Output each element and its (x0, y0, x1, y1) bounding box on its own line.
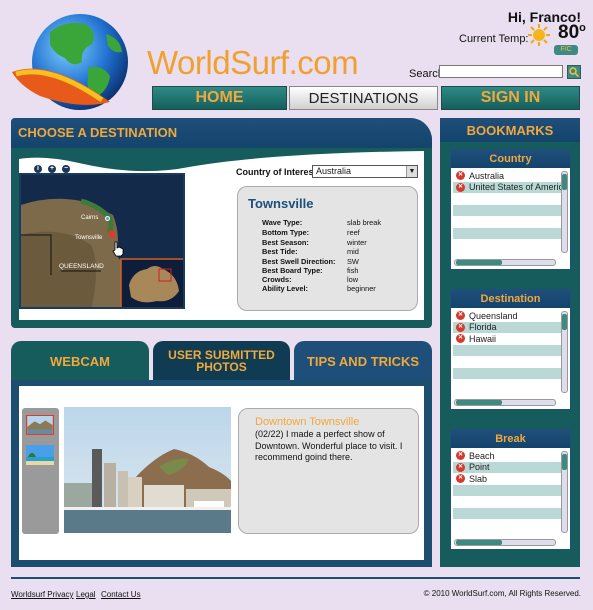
horizontal-scrollbar[interactable] (454, 259, 556, 266)
info-row: Best Swell Direction: SW (262, 257, 359, 266)
bookmark-destination-box: Destination ✕ Queensland ✕ Florida ✕ Hawaii (450, 289, 571, 410)
country-select-value: Australia (316, 166, 352, 176)
site-logo-text[interactable]: WorldSurf.com (147, 44, 359, 82)
empty-row (453, 204, 561, 216)
list-item[interactable]: ✕ Hawaii (453, 333, 561, 345)
remove-icon[interactable]: ✕ (456, 182, 465, 192)
remove-icon[interactable]: ✕ (456, 462, 465, 472)
vertical-scrollbar[interactable] (561, 171, 568, 253)
empty-row (453, 507, 561, 519)
tab-label-line2: PHOTOS (196, 360, 247, 374)
bookmark-destination-title: Destination (451, 290, 570, 308)
remove-icon[interactable]: ✕ (456, 334, 465, 344)
remove-icon[interactable]: ✕ (456, 311, 465, 321)
footer-divider (11, 577, 580, 579)
empty-row (453, 484, 561, 496)
vertical-scrollbar[interactable] (561, 451, 568, 533)
remove-icon[interactable]: ✕ (456, 474, 465, 484)
empty-row (453, 344, 561, 356)
tab-webcam[interactable]: WEBCAM (11, 341, 149, 381)
search-button[interactable] (567, 65, 581, 79)
copyright-text: © 2010 WorldSurf.com, All Rights Reserve… (423, 589, 581, 598)
sun-icon (528, 24, 550, 46)
pointer-hand-icon (111, 241, 125, 257)
thumbnail-strip (22, 408, 59, 534)
bookmark-country-title: Country (451, 150, 570, 168)
nav-destinations[interactable]: DESTINATIONS (289, 86, 438, 110)
bookmarks-title: BOOKMARKS (466, 123, 554, 138)
info-row: Crowds: low (262, 275, 359, 284)
country-of-interest-label: Country of Interest: (236, 167, 320, 177)
tab-tips-and-tricks[interactable]: TIPS AND TRICKS (294, 341, 432, 381)
panel-title: CHOOSE A DESTINATION (18, 125, 178, 140)
bookmark-break-title: Break (451, 430, 570, 448)
list-item[interactable]: ✕ Slab (453, 473, 561, 485)
empty-row (453, 239, 561, 251)
info-row: Best Season: winter (262, 238, 367, 247)
map-image (21, 175, 183, 307)
map-label-queensland: QUEENSLAND (59, 263, 104, 270)
degree-sign: o (579, 22, 586, 34)
empty-row (453, 193, 561, 205)
tab-user-submitted-photos[interactable]: USER SUBMITTED PHOTOS (153, 341, 290, 381)
footer-link-contact[interactable]: Contact Us (101, 590, 141, 599)
photo-thumbnail[interactable] (26, 445, 54, 465)
list-item[interactable]: ✕ Florida (453, 321, 561, 333)
townsville-photo[interactable] (64, 407, 231, 533)
globe-logo-icon (12, 14, 128, 110)
list-item[interactable]: ✕ United States of America (453, 181, 561, 193)
info-row: Best Board Type: fish (262, 266, 359, 275)
temp-unit-toggle[interactable]: F/C (554, 45, 578, 55)
empty-row (453, 519, 561, 531)
photo-thumbnail[interactable] (26, 415, 54, 435)
info-row: Wave Type: slab break (262, 218, 382, 227)
remove-icon[interactable]: ✕ (456, 322, 465, 332)
photo-title[interactable]: Downtown Townsville (255, 416, 359, 428)
nav-sign-in[interactable]: SIGN IN (441, 86, 580, 110)
map-label-townsville: Townsville (75, 235, 103, 241)
bookmark-break-box: Break ✕ Beach ✕ Point ✕ Slab (450, 429, 571, 550)
remove-icon[interactable]: ✕ (456, 171, 465, 181)
footer-link-privacy[interactable]: Worldsurf Privacy (11, 590, 74, 599)
horizontal-scrollbar[interactable] (454, 399, 556, 406)
list-item[interactable]: ✕ Queensland (453, 310, 561, 322)
empty-row (453, 356, 561, 368)
info-row: Bottom Type: reef (262, 228, 360, 237)
horizontal-scrollbar[interactable] (454, 539, 556, 546)
chevron-down-icon[interactable]: ▼ (406, 166, 417, 177)
bookmark-country-box: Country ✕ Australia ✕ United States of Ame… (450, 149, 571, 270)
photo-description: (02/22) I made a perfect show of Downtow… (255, 429, 403, 462)
empty-row (453, 379, 561, 391)
destination-name: Townsville (248, 196, 314, 211)
empty-row (453, 367, 561, 379)
destination-info-card: Townsville Wave Type: slab break Bottom T… (237, 186, 418, 311)
nav-home[interactable]: HOME (152, 86, 287, 110)
photo-caption-card: Downtown Townsville (02/22) I made a per… (238, 408, 419, 534)
footer-link-legal[interactable]: Legal (76, 590, 96, 599)
empty-row (453, 216, 561, 228)
temp-value: 80o (558, 22, 586, 43)
map-marker-icon[interactable] (105, 216, 110, 221)
temp-label: Current Temp: (459, 33, 529, 45)
search-icon (569, 67, 579, 77)
list-item[interactable]: ✕ Point (453, 461, 561, 473)
empty-row (453, 227, 561, 239)
info-row: Best Tide: mid (262, 247, 359, 256)
country-select[interactable]: Australia ▼ (312, 165, 418, 178)
list-item[interactable]: ✕ Australia (453, 170, 561, 182)
search-input[interactable] (439, 65, 563, 78)
info-row: Ability Level: beginner (262, 284, 376, 293)
list-item[interactable]: ✕ Beach (453, 450, 561, 462)
empty-row (453, 496, 561, 508)
remove-icon[interactable]: ✕ (456, 451, 465, 461)
destination-map[interactable]: Cairns Townsville QUEENSLAND (19, 173, 185, 309)
map-label-cairns: Cairns (81, 215, 99, 221)
vertical-scrollbar[interactable] (561, 311, 568, 393)
